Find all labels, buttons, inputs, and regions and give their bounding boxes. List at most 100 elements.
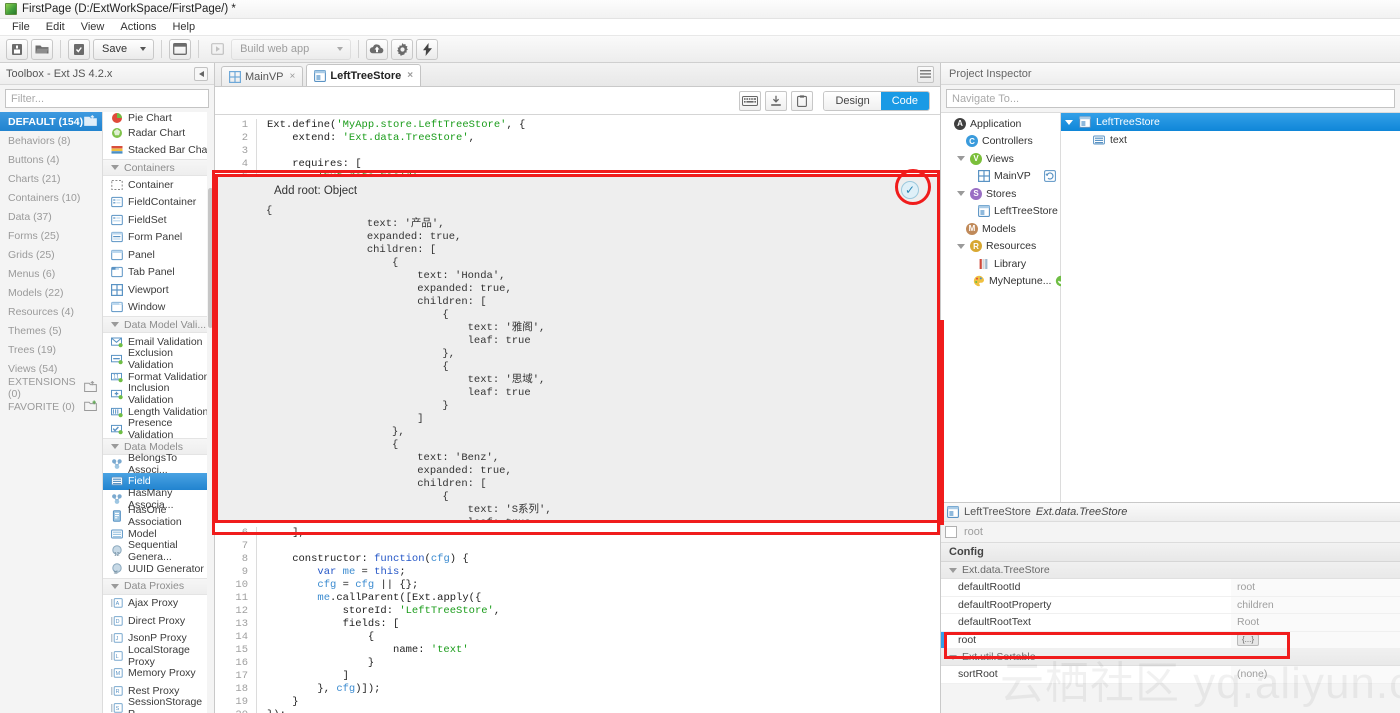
editor-mode-switch[interactable]: Design Code [823, 90, 930, 111]
chevron-down-icon[interactable] [957, 191, 965, 197]
config-row-defaultrootproperty[interactable]: defaultRootProperty children [941, 596, 1400, 614]
toolbox-item-localstorage-proxy[interactable]: L LocalStorage Proxy [103, 644, 214, 668]
toolbox-category-favorite-0[interactable]: FAVORITE (0) [0, 397, 102, 416]
toolbox-item-tab-panel[interactable]: Tab Panel [103, 264, 214, 282]
code-text[interactable]: ], [257, 527, 305, 540]
toolbox-item-fieldcontainer[interactable]: FieldContainer [103, 194, 214, 212]
config-row-value[interactable]: root [1231, 579, 1400, 596]
toolbox-item-ajax-proxy[interactable]: A Ajax Proxy [103, 595, 214, 613]
close-icon[interactable]: × [405, 70, 413, 81]
navigate-to-input[interactable] [946, 89, 1395, 108]
menu-view[interactable]: View [73, 20, 113, 34]
tree-node-views[interactable]: V Views [941, 150, 1060, 168]
code-text[interactable]: { [257, 631, 374, 644]
toolbox-category-trees-19[interactable]: Trees (19) [0, 340, 102, 359]
toolbox-item-window[interactable]: Window [103, 299, 214, 317]
tree-node-lefttreestore[interactable]: LeftTreeStore [941, 203, 1060, 221]
collapse-left-icon[interactable] [194, 66, 208, 81]
build-dropdown-arrow[interactable] [334, 40, 350, 59]
run-icon[interactable] [206, 39, 228, 60]
download-icon[interactable] [765, 90, 788, 111]
tree-node-models[interactable]: M Models [941, 220, 1060, 238]
code-text[interactable]: requires: [ [257, 158, 361, 171]
chevron-down-icon[interactable] [957, 156, 965, 162]
code-text[interactable]: ] [257, 670, 349, 683]
code-text[interactable]: } [257, 696, 298, 709]
tree-node-myneptune[interactable]: MyNeptune... [941, 273, 1067, 291]
toolbox-item-container[interactable]: Container [103, 176, 214, 194]
toolbox-category-forms-25[interactable]: Forms (25) [0, 226, 102, 245]
toolbox-group-containers[interactable]: Containers [103, 159, 214, 176]
toolbox-item-stacked-bar-chart[interactable]: Stacked Bar Chart [103, 142, 214, 160]
code-text[interactable]: } [257, 657, 374, 670]
tree-node-mainvp[interactable]: MainVP [941, 168, 1060, 186]
editor-tab-lefttreestore[interactable]: LeftTreeStore × [306, 64, 422, 86]
bolt-icon[interactable] [416, 38, 439, 60]
code-text[interactable]: Ext.define('MyApp.store.LeftTreeStore', … [257, 119, 525, 132]
toolbox-category-grids-25[interactable]: Grids (25) [0, 245, 102, 264]
menu-edit[interactable]: Edit [38, 20, 73, 34]
toolbox-scrollbar[interactable] [207, 112, 214, 713]
toolbox-category-themes-5[interactable]: Themes (5) [0, 321, 102, 340]
code-text[interactable] [257, 540, 273, 553]
toolbox-item-direct-proxy[interactable]: D Direct Proxy [103, 612, 214, 630]
editor-tab-mainvp[interactable]: MainVP × [221, 66, 304, 86]
code-text[interactable]: storeId: 'LeftTreeStore', [257, 605, 501, 618]
toolbox-category-resources-4[interactable]: Resources (4) [0, 302, 102, 321]
code-text[interactable]: extend: 'Ext.data.TreeStore', [257, 132, 475, 145]
toolbox-category-behaviors-8[interactable]: Behaviors (8) [0, 131, 102, 150]
toolbox-item-fieldset[interactable]: FieldSet [103, 211, 214, 229]
config-row-value[interactable]: {...} [1231, 631, 1400, 648]
toolbox-category-extensions-0[interactable]: EXTENSIONS (0) [0, 376, 102, 400]
close-icon[interactable]: × [288, 71, 296, 82]
save-dropdown-arrow[interactable] [137, 40, 153, 59]
new-file-icon[interactable] [6, 38, 28, 60]
code-text[interactable]: }, cfg)]); [257, 683, 380, 696]
toolbox-item-uuid-generator[interactable]: id UUID Generator [103, 560, 214, 578]
toolbox-group-data-model-vali[interactable]: Data Model Vali... [103, 316, 214, 333]
chevron-down-icon[interactable] [949, 567, 957, 573]
code-text[interactable] [257, 145, 273, 158]
tree-node-application[interactable]: A Application [941, 115, 1060, 133]
config-filter-checkbox[interactable] [945, 526, 957, 538]
code-text[interactable]: var me = this; [257, 566, 405, 579]
chevron-down-icon[interactable] [1065, 119, 1073, 125]
gear-icon[interactable] [391, 38, 414, 60]
mode-code-button[interactable]: Code [880, 91, 929, 110]
toolbox-item-viewport[interactable]: Viewport [103, 281, 214, 299]
toolbox-item-belongsto-associ[interactable]: BelongsTo Associ... [103, 452, 214, 476]
toolbox-item-hasone-association[interactable]: HasOne Association [103, 504, 214, 528]
detail-node-text[interactable]: text [1061, 131, 1400, 149]
toolbox-item-pie-chart[interactable]: Pie Chart [103, 112, 214, 124]
code-text[interactable]: }); [257, 709, 286, 713]
code-text[interactable]: me.callParent([Ext.apply({ [257, 592, 481, 605]
refresh-icon[interactable] [1044, 170, 1056, 183]
toolbox-category-charts-21[interactable]: Charts (21) [0, 169, 102, 188]
cloud-upload-icon[interactable] [366, 38, 389, 60]
config-search-input[interactable] [962, 524, 1396, 540]
build-web-app-split-button[interactable]: Build web app [231, 38, 352, 60]
overlay-code[interactable]: { text: '产品', expanded: true, children: … [218, 205, 937, 520]
chevron-down-icon[interactable] [957, 243, 965, 249]
toolbox-category-containers-10[interactable]: Containers (10) [0, 188, 102, 207]
toolbox-item-exclusion-validation[interactable]: Exclusion Validation [103, 347, 214, 371]
toolbox-item-presence-validation[interactable]: Presence Validation [103, 417, 214, 441]
code-editor[interactable]: 1 Ext.define('MyApp.store.LeftTreeStore',… [215, 115, 940, 713]
toolbox-item-sessionstorage-p[interactable]: S SessionStorage P... [103, 696, 214, 713]
menu-help[interactable]: Help [164, 20, 203, 34]
save-icon[interactable] [68, 38, 90, 60]
clipboard-icon[interactable] [791, 90, 814, 111]
tab-list-icon[interactable] [917, 66, 934, 83]
keyboard-shortcuts-icon[interactable] [739, 90, 762, 111]
tree-node-stores[interactable]: S Stores [941, 185, 1060, 203]
toolbox-category-models-22[interactable]: Models (22) [0, 283, 102, 302]
default-cat-icon[interactable] [84, 114, 97, 129]
config-row-defaultroottext[interactable]: defaultRootText Root [941, 614, 1400, 632]
toolbox-item-panel[interactable]: Panel [103, 246, 214, 264]
toolbox-scroll-thumb[interactable] [208, 188, 213, 328]
toolbox-category-menus-6[interactable]: Menus (6) [0, 264, 102, 283]
code-text[interactable]: fields: [ [257, 618, 400, 631]
open-folder-icon[interactable] [31, 38, 53, 60]
toolbox-category-data-37[interactable]: Data (37) [0, 207, 102, 226]
detail-node-lefttreestore[interactable]: LeftTreeStore [1061, 113, 1400, 131]
